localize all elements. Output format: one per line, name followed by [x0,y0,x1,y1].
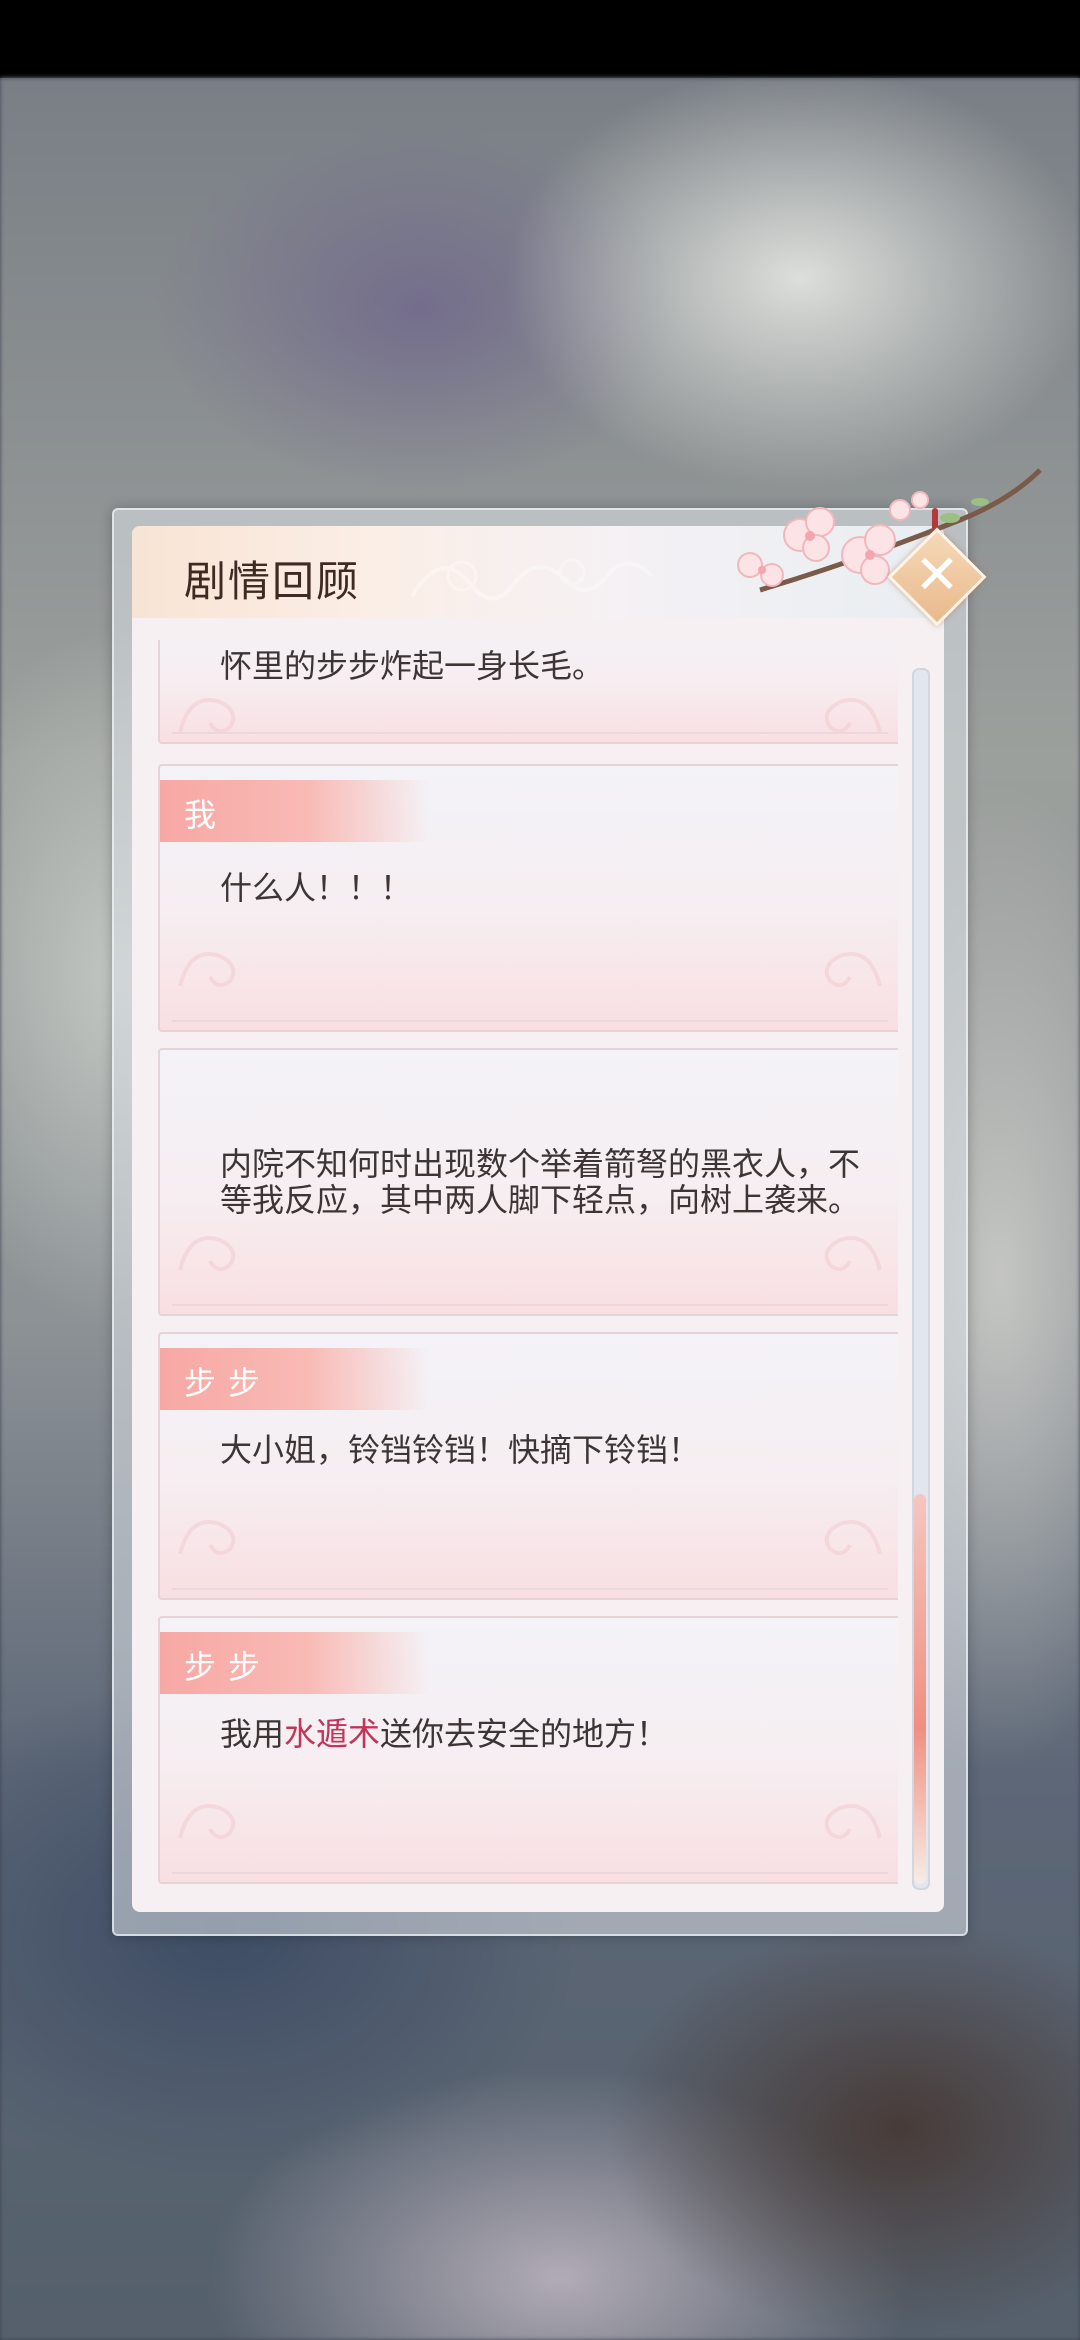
log-entry-text: 大小姐，铃铛铃铛！快摘下铃铛！ [220,1431,701,1469]
cloud-swirl-decoration [178,698,236,734]
dialog-title: 剧情回顾 [184,557,361,606]
speaker-tag: 我 [160,780,430,842]
log-entry-text: 我用水遁术送你去安全的地方！ [220,1716,860,1752]
scrollbar-thumb[interactable] [914,1494,926,1884]
log-entry-text: 怀里的步步炸起一身长毛。 [220,647,605,685]
blossom-decoration [737,468,1042,593]
story-log-list[interactable]: 怀里的步步炸起一身长毛。 我 什么人！！！ 内院不知何时出现数个举着箭弩的黑衣人… [158,640,898,1890]
log-entry-text: 什么人！！！ [220,869,413,907]
log-entry-text: 内院不知何时出现数个举着箭弩的黑衣人，不等我反应，其中两人脚下轻点，向树上袭来。 [220,1145,861,1219]
cloud-swirl-decoration [178,1236,236,1272]
cloud-swirl-decoration [824,1804,882,1840]
speaker-tag: 步步 [160,1632,430,1694]
highlighted-term: 水遁术 [284,1715,381,1753]
speaker-name: 步步 [184,1364,273,1402]
cloud-swirl-decoration [178,952,236,988]
log-entry: 怀里的步步炸起一身长毛。 [158,640,898,744]
text-segment: 送你去安全的地方！ [380,1715,669,1753]
cloud-swirl-decoration [824,1520,882,1556]
speaker-name: 步步 [184,1648,273,1686]
speaker-name: 我 [184,796,229,834]
cloud-swirl-decoration [410,558,654,601]
log-entry: 步步 大小姐，铃铛铃铛！快摘下铃铛！ [158,1332,898,1600]
text-segment: 我用 [220,1715,285,1753]
cloud-swirl-decoration [178,1804,236,1840]
log-entry: 内院不知何时出现数个举着箭弩的黑衣人，不等我反应，其中两人脚下轻点，向树上袭来。 [158,1048,898,1316]
close-icon[interactable]: ✕ [902,540,972,610]
log-entry: 我 什么人！！！ [158,764,898,1032]
cloud-swirl-decoration [824,1236,882,1272]
cloud-swirl-decoration [824,952,882,988]
status-bar [0,0,1080,78]
cloud-swirl-decoration [178,1520,236,1556]
cloud-swirl-decoration [824,698,882,734]
speaker-tag: 步步 [160,1348,430,1410]
log-entry: 步步 我用水遁术送你去安全的地方！ [158,1616,898,1884]
